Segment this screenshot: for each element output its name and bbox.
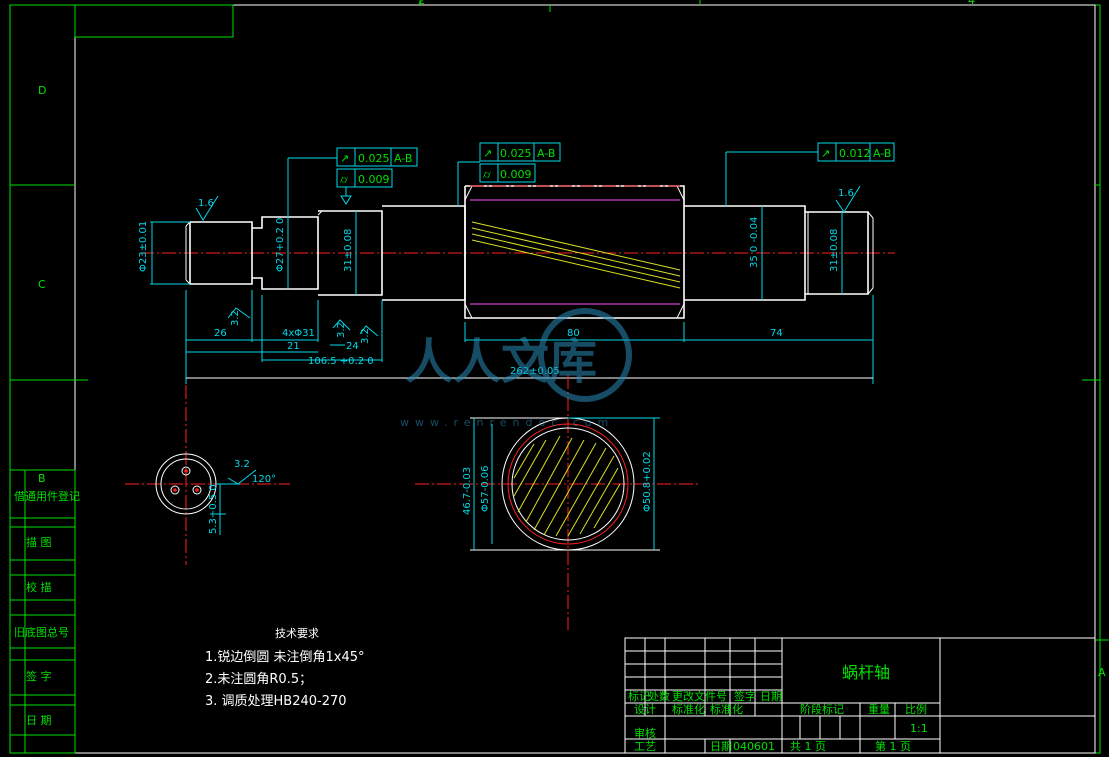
zone-letter-a: A (1098, 666, 1106, 679)
tol-mid-1-symbol: ↗ (483, 147, 492, 160)
left-block-row-trace: 描 图 (26, 535, 52, 549)
dim-l21: 21 (287, 341, 300, 352)
zone-letter-c: C (38, 278, 46, 291)
tech-req-item-2: 2.未注圆角R0.5； (205, 672, 312, 687)
tol-left-1-symbol: ↗ (340, 152, 349, 165)
left-block-row-sign: 签 字 (26, 669, 52, 683)
tech-req-title: 技术要求 (275, 627, 319, 640)
tol-left-1-datum: A-B (394, 152, 412, 165)
section-left-dim: 5.3+0.5 0 (208, 484, 219, 534)
tech-req-item-1: 1.锐边倒圆 未注倒角1x45° (205, 650, 365, 665)
tb-date-value: 040601 (733, 740, 775, 753)
tb-sheet-no: 第 1 页 (875, 739, 911, 753)
tb-total-sheets: 共 1 页 (790, 740, 826, 753)
technical-drawing: D C B A 2 4 借通用件登记 描 图 校 描 旧底图总号 签 字 日 期 (0, 0, 1109, 757)
tol-left-2-value: 0.009 (358, 173, 390, 186)
section-left-angle: 120° (252, 474, 276, 485)
tb-header-date: 日期 (760, 690, 782, 703)
zone-letter-b: B (38, 472, 46, 485)
tech-req-item-3: 3. 调质处理HB240-270 (205, 694, 347, 709)
tol-mid-1-value: 0.025 (500, 147, 532, 160)
tol-right-1-datum: A-B (873, 147, 891, 160)
dim-d5: 31±0.08 (829, 229, 840, 272)
tb-stage-label: 阶段标记 (800, 702, 844, 716)
zone-number-2: 2 (418, 0, 425, 7)
tol-mid-2-symbol: ⌭ (483, 168, 491, 181)
dim-l24: 24 (346, 341, 359, 352)
watermark-text: 人人文库 (405, 334, 597, 390)
rough-r4: 3.2 (360, 328, 371, 344)
rough-r3: 3.2 (336, 322, 347, 338)
tb-standard-1: 标准化 (672, 702, 705, 716)
section-right-d-b: Φ57-0.06 (480, 466, 491, 512)
part-name: 蜗杆轴 (842, 663, 890, 682)
tol-right-1-value: 0.012 (839, 147, 871, 160)
tb-review: 审核 (634, 726, 656, 740)
tol-right-1-symbol: ↗ (821, 147, 830, 160)
rough-r1: 1.6 (198, 198, 214, 209)
section-right-d-a: 46.7-0.03 (462, 467, 473, 515)
rough-r5: 1.6 (838, 188, 854, 199)
tol-mid-2-value: 0.009 (500, 168, 532, 181)
zone-number-4: 4 (968, 0, 975, 7)
dim-d2: Φ27+0.2 0 (275, 218, 286, 272)
tb-date-label: 日期 (710, 740, 732, 753)
left-block-row-check: 校 描 (26, 580, 52, 594)
dim-l106: 106.5 +0.2 0 (308, 356, 374, 367)
left-block-row-register: 借通用件登记 (14, 489, 80, 503)
tb-weight-label: 重量 (868, 702, 890, 716)
left-block-row-old-number: 旧底图总号 (14, 625, 69, 639)
tb-scale-label: 比例 (905, 702, 927, 716)
rough-r2: 3.2 (230, 310, 241, 326)
left-block-row-date: 日 期 (26, 714, 52, 727)
tb-standard-2: 标准化 (710, 702, 743, 716)
tol-mid-1-datum: A-B (537, 147, 555, 160)
tb-header-change: 更改文件号 (672, 689, 727, 703)
dim-d3: 31±0.08 (343, 229, 354, 272)
tb-header-mark: 标记 (628, 689, 650, 703)
tb-process: 工艺 (634, 740, 656, 753)
watermark-url: www.renrendoc.com (400, 416, 614, 429)
dim-d1: Φ23±0.01 (138, 221, 149, 272)
dim-d4: 35 0 -0.04 (749, 217, 760, 268)
zone-letter-d: D (38, 84, 46, 97)
tb-scale-value: 1:1 (910, 722, 928, 735)
dim-l74: 74 (770, 328, 783, 339)
tb-header-sign: 签字 (734, 689, 756, 703)
dim-holes: 4xΦ31 (282, 328, 315, 339)
section-right-d-c: Φ50.8+0.02 (642, 451, 653, 512)
tb-header-count: 处数 (648, 690, 670, 703)
tol-left-1-value: 0.025 (358, 152, 390, 165)
dim-l26: 26 (214, 328, 227, 339)
section-left-rough: 3.2 (234, 459, 250, 470)
tol-left-2-symbol: ⌭ (340, 173, 348, 186)
tb-design: 设计 (634, 703, 656, 716)
